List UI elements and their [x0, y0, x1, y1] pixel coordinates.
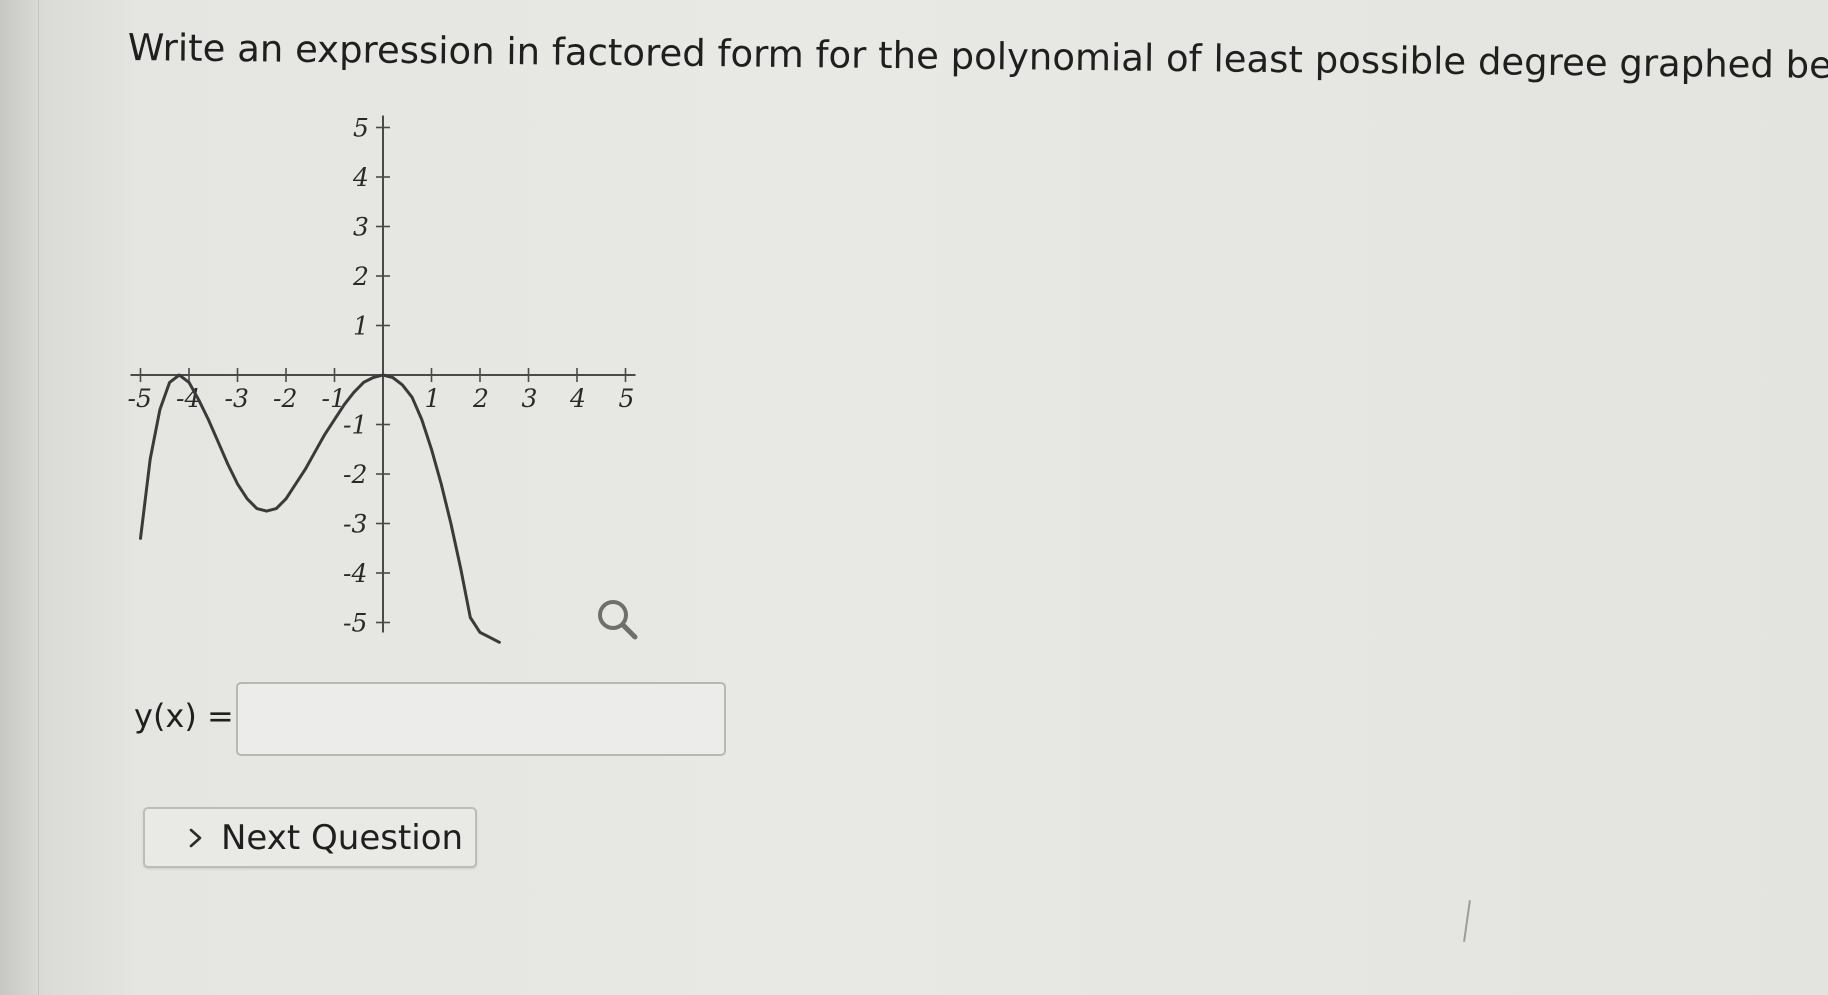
y-tick-label: -4: [343, 559, 367, 588]
y-tick-label: 2: [352, 262, 369, 291]
y-tick-label: -3: [343, 510, 367, 539]
polynomial-curve: [139, 373, 501, 644]
x-tick-label: 4: [569, 384, 586, 413]
x-tick-label: -2: [273, 384, 297, 413]
graph-svg: -5 -4 -3 -2 -1 1 2 3 4 554321-1-2-3-4-5: [128, 114, 636, 644]
y-tick-label: -1: [343, 411, 367, 440]
window-edge: [0, 0, 39, 995]
y-tick-label: 3: [353, 213, 369, 242]
answer-label: y(x) =: [134, 697, 234, 735]
x-tick-label: 3: [522, 384, 538, 413]
next-question-label: Next Question: [221, 817, 464, 858]
x-tick-label: 5: [619, 384, 635, 413]
next-question-button[interactable]: Next Question: [143, 807, 477, 868]
chevron-right-icon: [189, 828, 202, 847]
x-tick-label: -3: [225, 384, 249, 413]
answer-row: y(x) =: [134, 682, 754, 762]
y-tick-label: 1: [353, 312, 369, 341]
graph-curve: [139, 373, 501, 644]
y-tick-label: 4: [352, 163, 369, 192]
x-tick-label: -5: [128, 384, 152, 413]
x-tick-label: 1: [425, 384, 441, 413]
y-tick-label: -2: [343, 460, 367, 489]
magnifier-icon[interactable]: [593, 595, 641, 643]
polynomial-graph: -5 -4 -3 -2 -1 1 2 3 4 5 5 4 3 2 1 -1 -2 -3 -4 -5: [120, 105, 650, 650]
y-tick-label: -5: [343, 609, 367, 638]
x-tick-label: 2: [472, 384, 489, 413]
y-tick-label: 5: [353, 114, 369, 143]
answer-input[interactable]: [236, 682, 726, 756]
